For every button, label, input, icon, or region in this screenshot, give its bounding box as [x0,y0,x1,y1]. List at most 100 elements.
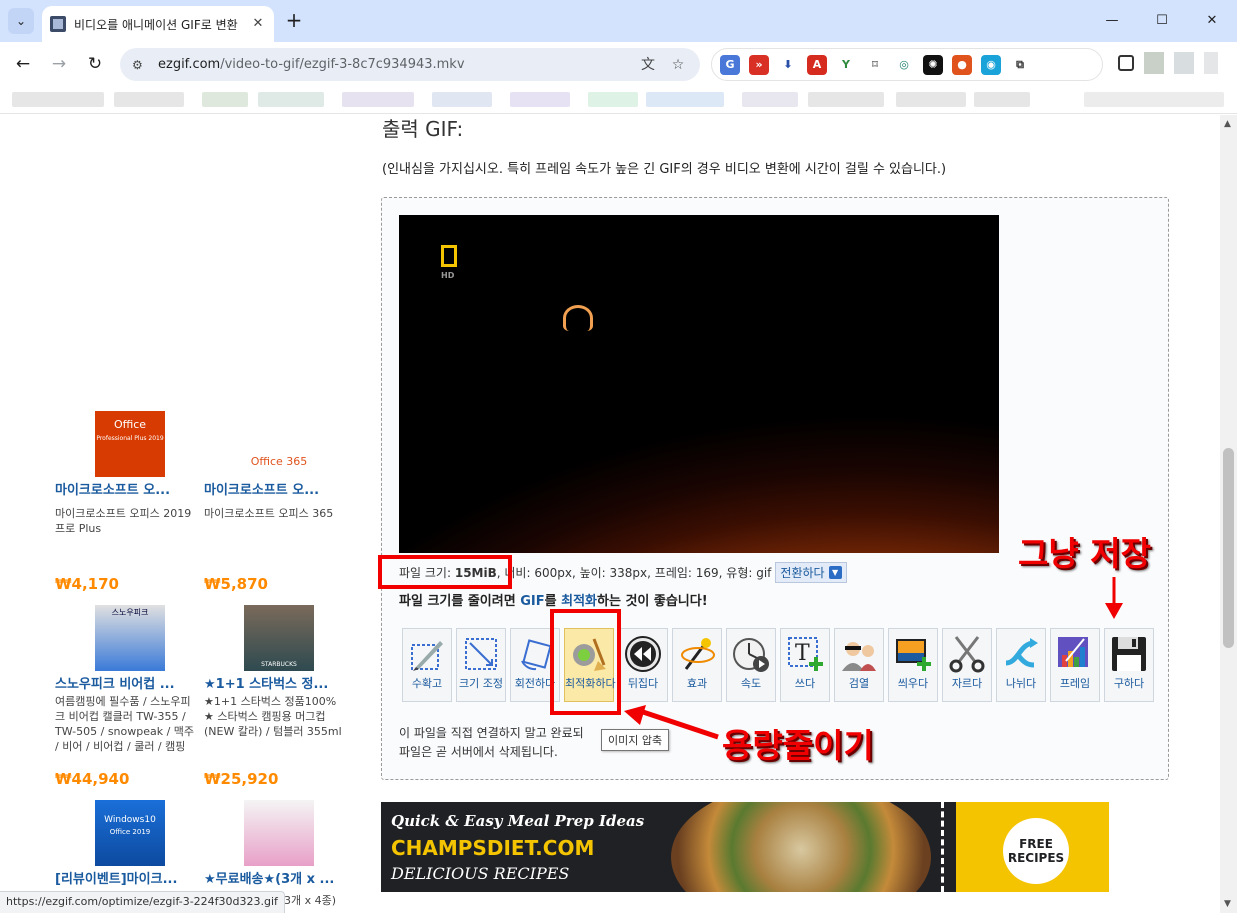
svg-text:T: T [795,641,810,666]
convert-button[interactable]: 전환하다 ▼ [775,562,847,583]
browser-toolbar: ← → ↻ ⚙ ezgif.com/video-to-gif/ezgif-3-8… [0,42,1237,86]
bookmark-item[interactable] [588,92,638,107]
tool-cut[interactable]: 자르다 [942,628,992,702]
bookmark-item[interactable] [896,92,966,107]
tool-overlay[interactable]: 씌우다 [888,628,938,702]
scroll-up-icon[interactable]: ▲ [1224,119,1231,129]
bookmark-item[interactable] [258,92,324,107]
product-name[interactable]: ★무료배송★(3개 x ... [204,868,349,887]
bookmark-item[interactable] [114,92,184,107]
product-card[interactable]: 스노우피크 스노우피크 비어컵 ... 여름캠핑에 필수품 / 스노우피크 비어… [55,605,200,754]
optimize-hint: 파일 크기를 줄이려면 GIF를 최적화하는 것이 좋습니다! [399,594,708,609]
tool-speed[interactable]: 속도 [726,628,776,702]
bookmark-item[interactable] [432,92,492,107]
champsdiet-banner-ad[interactable]: Quick & Easy Meal Prep Ideas CHAMPSDIET.… [381,802,1109,892]
crop-icon [411,641,443,671]
tool-crop[interactable]: 수확고 [402,628,452,702]
product-name[interactable]: 마이크로소프트 오... [55,479,200,498]
profile-avatar-2[interactable] [1174,52,1194,74]
back-button[interactable]: ← [11,52,35,76]
status-bar-url: https://ezgif.com/optimize/ezgif-3-224f3… [0,891,285,913]
tool-effects[interactable]: 효과 [672,628,722,702]
gif-link[interactable]: GIF [520,594,544,609]
gif-preview[interactable]: HD [399,215,999,553]
bookmark-item[interactable] [342,92,414,107]
tool-save[interactable]: 구하다 [1104,628,1154,702]
bookmark-item[interactable] [202,92,248,107]
output-gif-heading: 출력 GIF: [382,117,464,141]
address-bar[interactable]: ⚙ ezgif.com/video-to-gif/ezgif-3-8c7c934… [120,48,700,81]
profile-avatar[interactable] [1144,52,1164,74]
browser-tab[interactable]: 비디오를 애니메이션 GIF로 변환 ✕ [42,6,274,42]
resize-icon [465,638,497,670]
product-card[interactable]: STARBUCKS ★1+1 스타벅스 정... ★1+1 스타벅스 정품100… [204,605,349,739]
new-tab-button[interactable]: + [283,10,305,32]
side-panel-icon[interactable] [1118,55,1134,71]
tool-reverse[interactable]: 뒤집다 [618,628,668,702]
patience-notice: (인내심을 가지십시오. 특히 프레임 속도가 높은 긴 GIF의 경우 비디오… [382,162,947,177]
bookmarks-bar [0,86,1237,114]
save-icon [1112,637,1146,671]
optimize-annotation: 용량줄이기 [722,726,874,765]
maximize-button[interactable]: ☐ [1137,0,1187,40]
bookmark-item[interactable] [646,92,724,107]
network-ext-icon[interactable]: ◎ [894,54,914,75]
product-card[interactable]: Windows10 Office 2019 [리뷰이벤트]마이크... [55,800,200,887]
product-card[interactable]: Office Professional Plus 2019 마이크로소프트 오..… [55,411,200,536]
translate-icon[interactable]: 文 [638,55,658,75]
free-recipes-badge[interactable]: FREE RECIPES [1003,818,1069,884]
openai-ext-icon[interactable]: ✺ [923,54,943,75]
forward-button[interactable]: → [47,52,71,76]
cut-icon [949,636,985,673]
scroll-down-icon[interactable]: ▼ [1224,899,1231,909]
tool-resize[interactable]: 크기 조정 [456,628,506,702]
product-name[interactable]: ★1+1 스타벅스 정... [204,673,349,692]
tool-write[interactable]: T 쓰다 [780,628,830,702]
pdf-ext-icon[interactable]: A [807,54,827,75]
output-box: HD 파일 크기: 15MiB, 너비: 600px, 높이: 338px, 프… [381,197,1169,780]
tool-frames[interactable]: 프레임 [1050,628,1100,702]
product-name[interactable]: [리뷰이벤트]마이크... [55,868,200,887]
frames-icon [1058,637,1088,667]
site-info-icon[interactable]: ⚙ [132,57,148,73]
close-tab-icon[interactable]: ✕ [250,16,266,32]
tool-split[interactable]: 나뉘다 [996,628,1046,702]
chevron-down-icon: ⌄ [15,14,27,28]
product-card[interactable]: Office 365 마이크로소프트 오... 마이크로소프트 오피스 365 [204,411,349,521]
minimize-button[interactable]: — [1087,0,1137,40]
tab-search-button[interactable]: ⌄ [8,8,34,34]
toolbar-right [1118,52,1218,74]
reload-button[interactable]: ↻ [83,52,107,76]
download-ext-icon[interactable]: ⬇ [778,54,798,75]
bookmark-item[interactable] [974,92,1030,107]
product-desc: 마이크로소프트 오피스 365 [204,507,334,520]
url-text[interactable]: ezgif.com/video-to-gif/ezgif-3-8c7c93494… [158,57,628,72]
bookmark-item[interactable] [12,92,104,107]
close-window-button[interactable]: ✕ [1187,0,1237,40]
google-translate-ext-icon[interactable]: G [720,54,740,75]
window-controls: — ☐ ✕ [1087,0,1237,42]
write-text-icon: T [788,637,823,671]
tool-censor[interactable]: 검열 [834,628,884,702]
shopping-ad-sidebar: Office Professional Plus 2019 마이크로소프트 오..… [26,115,346,913]
bookmark-star-icon[interactable]: ☆ [668,55,688,75]
office-2019-product-image: Office Professional Plus 2019 [95,411,165,477]
effects-icon [681,638,715,670]
bookmark-ext-icon[interactable]: ⌑ [865,54,885,75]
product-name[interactable]: 마이크로소프트 오... [204,479,349,498]
bookmark-item[interactable] [808,92,884,107]
page-scrollbar[interactable]: ▲ ▼ [1220,115,1237,913]
extensions-puzzle-icon[interactable]: ⧉ [1010,54,1030,75]
optimize-link[interactable]: 최적화 [561,594,597,609]
menu-icon[interactable] [1204,52,1218,74]
bookmark-item[interactable] [510,92,570,107]
scroll-thumb[interactable] [1223,448,1234,648]
bookmark-item[interactable] [1084,92,1224,107]
product-price: ₩25,920 [204,770,279,788]
bookmark-item[interactable] [742,92,798,107]
media-ext-icon[interactable]: » [749,54,769,75]
color-ext-icon[interactable]: ● [952,54,972,75]
product-name[interactable]: 스노우피크 비어컵 ... [55,673,200,692]
plant-ext-icon[interactable]: Y [836,54,856,75]
chat-ext-icon[interactable]: ◉ [981,54,1001,75]
